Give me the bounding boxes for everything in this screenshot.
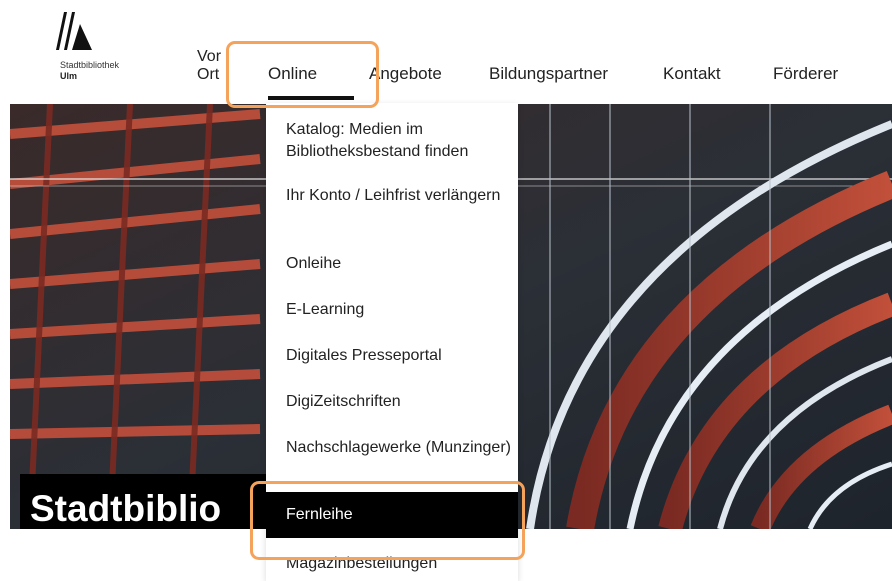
nav-item-foerderer[interactable]: Förderer xyxy=(773,64,838,84)
menu-item-digizeitschriften[interactable]: DigiZeitschriften xyxy=(266,391,518,413)
nav-item-bildungspartner[interactable]: Bildungspartner xyxy=(489,64,608,84)
nav-item-kontakt[interactable]: Kontakt xyxy=(663,64,721,84)
nav-item-vor-ort-top[interactable]: Vor xyxy=(197,48,221,66)
nav-item-angebote[interactable]: Angebote xyxy=(369,64,442,84)
online-dropdown-menu: Katalog: Medien im Bibliotheksbestand fi… xyxy=(266,103,518,581)
nav-item-online[interactable]: Online xyxy=(268,64,317,84)
menu-item-magazinbestellungen[interactable]: Magazinbestellungen xyxy=(266,553,518,575)
menu-item-presseportal[interactable]: Digitales Presseportal xyxy=(266,345,518,367)
logo-name-line2: Ulm xyxy=(60,71,78,81)
nav-item-vor-ort-bottom[interactable]: Ort xyxy=(197,66,219,84)
menu-item-katalog[interactable]: Katalog: Medien im Bibliotheksbestand fi… xyxy=(266,119,518,163)
active-nav-indicator xyxy=(268,96,354,100)
library-logo[interactable]: Stadtbibliothek Ulm xyxy=(54,10,174,90)
menu-item-onleihe[interactable]: Onleihe xyxy=(266,253,518,275)
hero-title: Stadtbiblio xyxy=(20,474,280,529)
menu-item-konto[interactable]: Ihr Konto / Leihfrist verlängern xyxy=(266,185,518,207)
logo-name-line1: Stadtbibliothek xyxy=(60,60,120,70)
menu-item-fernleihe[interactable]: Fernleihe xyxy=(266,492,518,538)
menu-item-e-learning[interactable]: E-Learning xyxy=(266,299,518,321)
menu-item-nachschlagewerke[interactable]: Nachschlagewerke (Munzinger) xyxy=(266,437,518,459)
library-logo-icon xyxy=(56,12,92,50)
